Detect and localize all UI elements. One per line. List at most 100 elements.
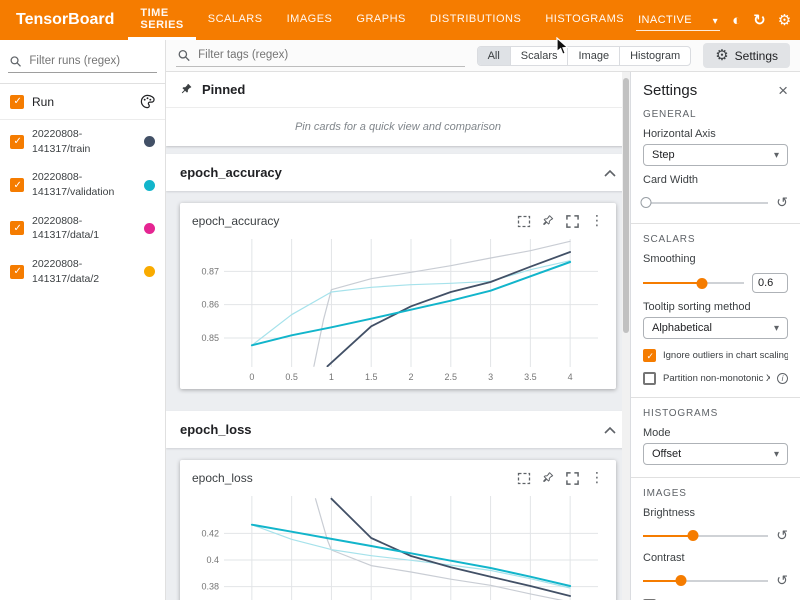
filter-histogram-button[interactable]: Histogram bbox=[620, 47, 690, 65]
run-row-validation[interactable]: 20220808-141317/validation bbox=[0, 163, 165, 206]
gear-icon bbox=[715, 48, 728, 63]
divider bbox=[631, 223, 800, 224]
fit-domain-icon[interactable] bbox=[517, 472, 531, 485]
images-heading: IMAGES bbox=[643, 488, 788, 499]
more-options-icon[interactable] bbox=[590, 469, 604, 487]
partition-x-axis-label: Partition non-monotonic X axis bbox=[663, 373, 770, 384]
contrast-toggle-icon[interactable] bbox=[732, 13, 741, 28]
scalar-card-epoch-loss: epoch_loss bbox=[180, 460, 616, 600]
runs-filter[interactable] bbox=[8, 50, 157, 73]
tab-scalars[interactable]: SCALARS bbox=[196, 0, 275, 40]
chevron-down-icon bbox=[713, 12, 718, 27]
palette-icon[interactable] bbox=[140, 94, 155, 109]
ignore-outliers-row[interactable]: Ignore outliers in chart scaling bbox=[643, 349, 788, 362]
reset-contrast-icon[interactable] bbox=[776, 572, 788, 589]
tooltip-sorting-select[interactable]: Alphabetical bbox=[643, 317, 788, 339]
info-icon[interactable] bbox=[777, 373, 788, 384]
tab-histograms[interactable]: HISTOGRAMS bbox=[533, 0, 636, 40]
tags-filter[interactable] bbox=[176, 44, 465, 67]
horizontal-axis-label: Horizontal Axis bbox=[643, 128, 788, 140]
slider-thumb[interactable] bbox=[675, 575, 686, 586]
pin-card-icon[interactable] bbox=[542, 215, 555, 228]
contrast-slider[interactable] bbox=[643, 573, 768, 589]
pinned-section: Pinned Pin cards for a quick view and co… bbox=[166, 72, 630, 146]
svg-text:0.87: 0.87 bbox=[201, 266, 219, 276]
select-all-runs-checkbox[interactable] bbox=[10, 95, 24, 109]
settings-gear-icon[interactable] bbox=[778, 13, 791, 28]
runs-header-row[interactable]: Run bbox=[0, 84, 165, 120]
section-title: epoch_loss bbox=[180, 422, 252, 437]
partition-x-axis-row[interactable]: Partition non-monotonic X axis bbox=[643, 372, 788, 385]
tags-filter-input[interactable] bbox=[196, 48, 462, 62]
status-select[interactable]: INACTIVE bbox=[636, 9, 720, 31]
refresh-icon[interactable] bbox=[753, 13, 766, 28]
fit-domain-icon[interactable] bbox=[517, 215, 531, 228]
run-row-data-2[interactable]: 20220808-141317/data/2 bbox=[0, 250, 165, 293]
section-epoch-accuracy: epoch_accuracy epoch_accuracy bbox=[166, 154, 630, 403]
histogram-mode-select[interactable]: Offset bbox=[643, 443, 788, 465]
run-color-dot bbox=[144, 180, 155, 191]
brightness-slider[interactable] bbox=[643, 528, 768, 544]
ignore-outliers-label: Ignore outliers in chart scaling bbox=[663, 350, 788, 361]
scalar-card-epoch-accuracy: epoch_accuracy bbox=[180, 203, 616, 389]
fullscreen-icon[interactable] bbox=[566, 215, 579, 228]
partition-x-axis-checkbox[interactable] bbox=[643, 372, 656, 385]
section-header-epoch-accuracy[interactable]: epoch_accuracy bbox=[166, 154, 630, 191]
tab-distributions[interactable]: DISTRIBUTIONS bbox=[418, 0, 533, 40]
pin-icon bbox=[180, 83, 194, 97]
run-color-dot bbox=[144, 136, 155, 147]
run-checkbox[interactable] bbox=[10, 265, 24, 279]
reset-brightness-icon[interactable] bbox=[776, 527, 788, 544]
slider-thumb[interactable] bbox=[640, 197, 651, 208]
smoothing-value-input[interactable] bbox=[752, 273, 788, 293]
scalars-heading: SCALARS bbox=[643, 234, 788, 245]
run-row-train[interactable]: 20220808-141317/train bbox=[0, 120, 165, 163]
close-icon[interactable] bbox=[778, 82, 788, 99]
slider-thumb[interactable] bbox=[696, 278, 707, 289]
collapse-chevron-icon[interactable] bbox=[604, 169, 616, 177]
svg-text:0: 0 bbox=[249, 372, 254, 382]
pin-card-icon[interactable] bbox=[542, 472, 555, 485]
tab-images[interactable]: IMAGES bbox=[275, 0, 345, 40]
epoch-accuracy-chart[interactable]: 00.511.522.533.540.850.860.87 bbox=[188, 233, 608, 383]
svg-text:3.5: 3.5 bbox=[524, 372, 537, 382]
svg-text:0.86: 0.86 bbox=[201, 300, 219, 310]
ignore-outliers-checkbox[interactable] bbox=[643, 349, 656, 362]
runs-filter-input[interactable] bbox=[27, 54, 155, 68]
card-width-slider[interactable] bbox=[643, 195, 768, 211]
run-color-dot bbox=[144, 223, 155, 234]
settings-button-label: Settings bbox=[735, 49, 778, 63]
runs-header-label: Run bbox=[32, 95, 132, 109]
run-checkbox[interactable] bbox=[10, 178, 24, 192]
card-actions bbox=[517, 469, 604, 487]
smoothing-label: Smoothing bbox=[643, 253, 788, 265]
main-nav: TIME SERIES SCALARS IMAGES GRAPHS DISTRI… bbox=[128, 0, 636, 40]
run-checkbox[interactable] bbox=[10, 221, 24, 235]
pinned-title: Pinned bbox=[202, 82, 245, 97]
search-icon bbox=[178, 49, 190, 62]
run-row-data-1[interactable]: 20220808-141317/data/1 bbox=[0, 207, 165, 250]
tab-graphs[interactable]: GRAPHS bbox=[344, 0, 417, 40]
more-options-icon[interactable] bbox=[590, 212, 604, 230]
tags-toolbar: All Scalars Image Histogram Settings bbox=[166, 40, 800, 72]
tab-time-series[interactable]: TIME SERIES bbox=[128, 0, 195, 40]
svg-text:0.85: 0.85 bbox=[201, 333, 219, 343]
fullscreen-icon[interactable] bbox=[566, 472, 579, 485]
section-header-epoch-loss[interactable]: epoch_loss bbox=[166, 411, 630, 448]
smoothing-slider[interactable] bbox=[643, 275, 744, 291]
run-checkbox[interactable] bbox=[10, 135, 24, 149]
reset-card-width-icon[interactable] bbox=[776, 194, 788, 211]
card-actions bbox=[517, 212, 604, 230]
cards-scroll-area: Pinned Pin cards for a quick view and co… bbox=[166, 72, 630, 600]
filter-scalars-button[interactable]: Scalars bbox=[511, 47, 569, 65]
tooltip-sorting-label: Tooltip sorting method bbox=[643, 301, 788, 313]
filter-all-button[interactable]: All bbox=[478, 47, 511, 65]
scrollbar-thumb[interactable] bbox=[623, 78, 629, 333]
epoch-loss-chart[interactable]: 00.511.522.533.540.360.380.40.42 bbox=[188, 490, 608, 600]
settings-button[interactable]: Settings bbox=[703, 43, 790, 68]
filter-image-button[interactable]: Image bbox=[568, 47, 620, 65]
collapse-chevron-icon[interactable] bbox=[604, 426, 616, 434]
horizontal-axis-select[interactable]: Step bbox=[643, 144, 788, 166]
slider-thumb[interactable] bbox=[688, 530, 699, 541]
card-header: epoch_loss bbox=[188, 464, 608, 490]
